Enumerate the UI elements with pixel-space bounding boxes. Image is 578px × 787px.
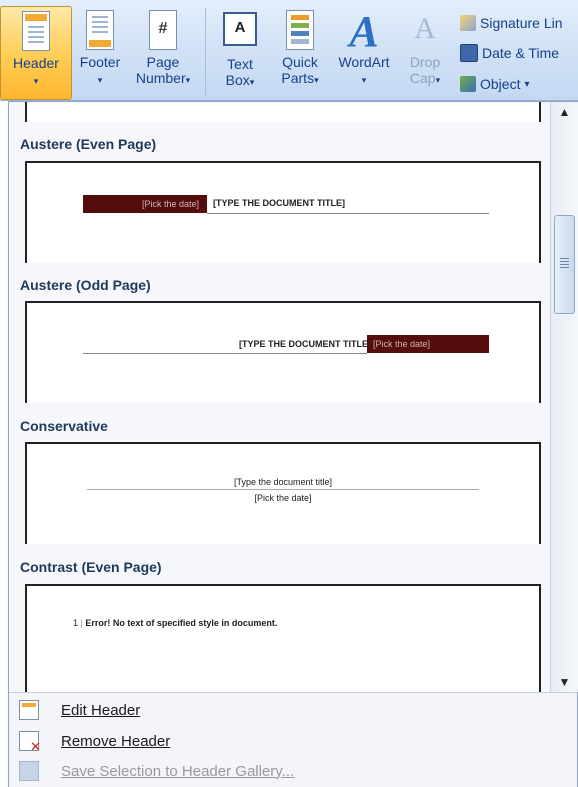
gallery-section-title: Austere (Odd Page) <box>20 277 151 293</box>
date-placeholder: [Pick the date] <box>367 335 489 353</box>
chevron-down-icon: ▾ <box>249 77 255 87</box>
hash-glyph: # <box>158 20 168 37</box>
quick-parts-label-line1: Quick <box>282 54 318 70</box>
date-placeholder: [Pick the date] <box>83 195 207 213</box>
object-button[interactable]: Object ▾ <box>460 73 530 95</box>
page-number-button[interactable]: # Page Number▾ <box>128 6 198 98</box>
gallery-scrollbar[interactable]: ▲ ▼ <box>550 102 578 692</box>
scrollbar-thumb[interactable] <box>554 215 575 314</box>
gallery-item-contrast-even[interactable]: 1 | Error! No text of specified style in… <box>25 584 541 692</box>
signature-line-icon <box>460 15 476 31</box>
save-gallery-icon <box>19 761 39 781</box>
header-icon <box>19 11 53 53</box>
drop-cap-glyph: A <box>414 12 436 45</box>
header-menu: Edit Header ✕ Remove Header Save Selecti… <box>9 692 577 787</box>
date-placeholder: [Pick the date] <box>254 493 312 503</box>
date-time-label: Date & Time <box>482 45 560 61</box>
header-label: Header <box>13 55 59 71</box>
header-gallery: Austere (Even Page) [Pick the date] [TYP… <box>9 102 550 692</box>
text-box-label-line2: Box <box>225 72 250 88</box>
scroll-up-arrow-icon[interactable]: ▲ <box>551 102 578 122</box>
quick-parts-icon <box>283 10 317 52</box>
edit-header-label: Edit Header <box>61 701 141 719</box>
page-number-value: 1 <box>73 618 79 628</box>
text-box-glyph: A <box>223 12 257 46</box>
wordart-glyph: A <box>349 7 379 56</box>
error-text: Error! No text of specified style in doc… <box>85 618 278 628</box>
header-rule <box>87 489 479 490</box>
document-title-placeholder: [TYPE THE DOCUMENT TITLE] <box>239 339 371 349</box>
chevron-down-icon: ▾ <box>314 75 319 85</box>
chevron-down-icon: ▾ <box>435 75 441 85</box>
header-button[interactable]: Header ▾ <box>0 6 72 100</box>
grip-icon <box>560 258 569 268</box>
quick-parts-label-line2: Parts <box>281 70 315 86</box>
page-number-icon: # <box>146 10 180 52</box>
chevron-down-icon: ▾ <box>185 75 191 85</box>
save-selection-label: Save Selection to Header Gallery... <box>61 762 295 780</box>
object-icon <box>460 76 476 92</box>
gallery-section-title: Austere (Even Page) <box>20 136 157 152</box>
gallery-section-title: Conservative <box>20 418 108 434</box>
remove-header-label: Remove Header <box>61 732 171 750</box>
page-number-placeholder: 1 | Error! No text of specified style in… <box>73 618 278 628</box>
chevron-down-icon: ▾ <box>33 76 39 86</box>
quick-parts-button[interactable]: Quick Parts▾ <box>272 6 328 98</box>
date-time-button[interactable]: Date & Time <box>460 42 559 64</box>
footer-button[interactable]: Footer ▾ <box>72 6 128 98</box>
page-number-label-line1: Page <box>146 54 180 70</box>
footer-icon <box>83 10 117 52</box>
document-title-placeholder: [Type the document title] <box>233 477 333 487</box>
drop-cap-label-line2: Cap <box>409 70 436 86</box>
wordart-icon: A <box>347 7 381 56</box>
edit-header-icon <box>19 700 39 720</box>
gallery-item-partial[interactable] <box>25 102 541 122</box>
wordart-label: WordArt <box>338 54 390 70</box>
save-selection-menu-item[interactable]: Save Selection to Header Gallery... <box>9 756 577 786</box>
edit-header-menu-item[interactable]: Edit Header <box>9 695 577 725</box>
text-box-label-line1: Text <box>227 56 253 72</box>
drop-cap-label-line1: Drop <box>409 54 441 70</box>
header-rule <box>83 353 367 354</box>
drop-cap-icon: A <box>408 10 442 52</box>
header-rule <box>207 213 489 214</box>
signature-line-button[interactable]: Signature Lin <box>460 12 563 34</box>
header-gallery-dropdown: Austere (Even Page) [Pick the date] [TYP… <box>8 101 578 787</box>
text-box-icon: A <box>223 12 257 54</box>
gallery-section-title: Contrast (Even Page) <box>20 559 162 575</box>
gallery-item-conservative[interactable]: [Type the document title] [Pick the date… <box>25 442 541 544</box>
gallery-item-austere-odd[interactable]: [TYPE THE DOCUMENT TITLE] [Pick the date… <box>25 301 541 403</box>
group-divider <box>205 8 206 96</box>
text-box-button[interactable]: A Text Box▾ <box>212 6 268 98</box>
signature-line-label: Signature Lin <box>480 15 563 31</box>
chevron-down-icon: ▾ <box>361 75 367 85</box>
remove-header-icon: ✕ <box>19 731 41 753</box>
gallery-item-austere-even[interactable]: [Pick the date] [TYPE THE DOCUMENT TITLE… <box>25 161 541 263</box>
chevron-down-icon: ▾ <box>97 75 103 85</box>
insert-ribbon: Header ▾ Footer ▾ # Page Number▾ A Text … <box>0 0 578 101</box>
scroll-down-arrow-icon[interactable]: ▼ <box>551 672 578 692</box>
document-title-placeholder: [TYPE THE DOCUMENT TITLE] <box>213 198 345 208</box>
chevron-down-icon: ▾ <box>524 78 530 90</box>
page-number-label-line2: Number <box>135 70 186 86</box>
wordart-button[interactable]: A WordArt ▾ <box>330 6 398 98</box>
object-label: Object <box>480 76 521 92</box>
remove-header-menu-item[interactable]: ✕ Remove Header <box>9 726 577 756</box>
drop-cap-button[interactable]: A Drop Cap▾ <box>400 6 450 98</box>
calendar-icon <box>460 44 478 62</box>
footer-label: Footer <box>79 54 121 70</box>
